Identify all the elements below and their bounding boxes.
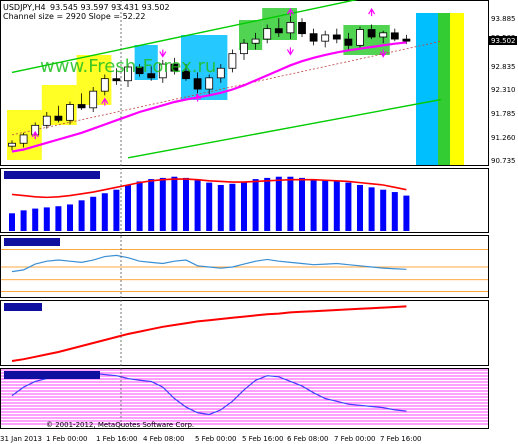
candle-body xyxy=(112,78,121,82)
channel-info: Channel size = 2920 Slope = 52.22 xyxy=(3,12,145,21)
candle-body xyxy=(344,38,353,46)
price-tick-label: 91.260 xyxy=(491,134,516,142)
candle-body xyxy=(367,29,376,38)
histogram-bar xyxy=(20,210,27,231)
histogram-bar xyxy=(368,187,375,231)
candle-body xyxy=(240,42,248,55)
candle-body xyxy=(298,22,306,35)
candle-body xyxy=(321,34,330,42)
candle-body xyxy=(216,67,225,79)
candle-body xyxy=(100,78,109,92)
time-tick-label: 1 Feb 16:00 xyxy=(96,435,137,443)
histogram-bar xyxy=(252,179,259,231)
histogram-label-box xyxy=(4,171,100,179)
histogram-bar xyxy=(101,193,108,231)
candle-body xyxy=(332,34,341,40)
candle-body xyxy=(274,28,283,34)
histogram-bar xyxy=(183,177,189,231)
candle-body xyxy=(89,90,98,109)
time-tick-label: 4 Feb 08:00 xyxy=(143,435,184,443)
histogram-bar xyxy=(241,181,247,231)
time-tick-label: 7 Feb 16:00 xyxy=(380,435,421,443)
price-tick-label: 90.735 xyxy=(491,157,516,165)
copyright-text: © 2001-2012, MetaQuotes Software Corp. xyxy=(46,421,194,429)
histogram-bar xyxy=(136,181,143,231)
histogram-bar xyxy=(113,189,120,231)
histogram-bar xyxy=(43,207,50,231)
candle-body xyxy=(228,53,237,69)
candle-body xyxy=(8,142,16,147)
candle-body xyxy=(390,32,399,40)
histogram-bar xyxy=(229,183,236,231)
projection-column xyxy=(438,13,450,165)
time-tick-label: 1 Feb 00:00 xyxy=(46,435,87,443)
histogram-bar xyxy=(148,179,155,231)
trend-label-box xyxy=(4,303,42,311)
histogram-bar xyxy=(299,177,305,231)
candle-body xyxy=(251,38,260,44)
price-tick-label: 93.885 xyxy=(491,15,516,23)
candle-body xyxy=(19,134,28,144)
histogram-bar xyxy=(310,179,317,231)
trend-panel[interactable] xyxy=(0,300,489,366)
histogram-bar xyxy=(67,204,73,231)
candle-body xyxy=(66,104,74,121)
price-tick-label: 91.785 xyxy=(491,110,516,118)
time-tick-label: 6 Feb 08:00 xyxy=(287,435,328,443)
histogram-bar xyxy=(217,184,224,231)
histogram-bar xyxy=(403,195,410,231)
candle-body xyxy=(54,115,63,121)
current-price-label: 93.502 xyxy=(491,37,516,45)
projection-column xyxy=(416,13,438,165)
symbol-label: USDJPY,H4 xyxy=(3,3,46,12)
candle-body xyxy=(193,78,202,90)
histogram-bar xyxy=(357,184,363,231)
histogram-bar xyxy=(159,177,166,231)
chart-canvas: 93.885 93.502 92.835 92.310 91.785 91.260 90.7… xyxy=(0,0,517,443)
time-tick-label: 5 Feb 00:00 xyxy=(195,435,236,443)
histogram-bar xyxy=(380,189,387,231)
candle-body xyxy=(309,33,318,42)
candle-body xyxy=(379,32,388,38)
stochastic-label-box xyxy=(4,371,100,379)
histogram-bar xyxy=(125,184,131,231)
histogram-bar xyxy=(78,200,85,231)
ohlc-readout: 93.545 93.597 93.431 93.502 xyxy=(50,3,170,12)
time-tick-label: 5 Feb 16:00 xyxy=(242,435,283,443)
candle-body xyxy=(42,115,51,126)
histogram-bar xyxy=(32,208,39,231)
histogram-bar xyxy=(171,176,178,231)
histogram-bar xyxy=(275,176,282,231)
watermark: www.Fresh-Forex.ru xyxy=(40,56,216,77)
candle-body xyxy=(263,28,272,40)
time-tick-label: 31 Jan 2013 xyxy=(0,435,42,443)
histogram-bar xyxy=(90,196,97,231)
price-tick-label: 92.835 xyxy=(491,63,516,71)
histogram-bar xyxy=(287,176,294,231)
histogram-bar xyxy=(345,182,352,231)
histogram-bar xyxy=(9,213,15,231)
candle-body xyxy=(77,104,86,109)
histogram-bar xyxy=(391,192,398,231)
candle-body xyxy=(286,22,295,34)
histogram-bar xyxy=(194,180,201,231)
candle-body xyxy=(402,38,411,42)
projection-column xyxy=(450,13,464,165)
histogram-bar xyxy=(206,182,213,231)
histogram-bar xyxy=(322,180,329,231)
price-tick-label: 92.310 xyxy=(491,86,516,94)
candle-body xyxy=(356,29,364,46)
oscillator-label-box xyxy=(4,238,60,246)
histogram-bar xyxy=(264,177,271,231)
histogram-bar xyxy=(333,181,340,231)
oscillator-panel[interactable] xyxy=(0,235,489,298)
histogram-bar xyxy=(55,206,62,231)
candle-body xyxy=(205,77,214,90)
time-tick-label: 7 Feb 00:00 xyxy=(334,435,375,443)
